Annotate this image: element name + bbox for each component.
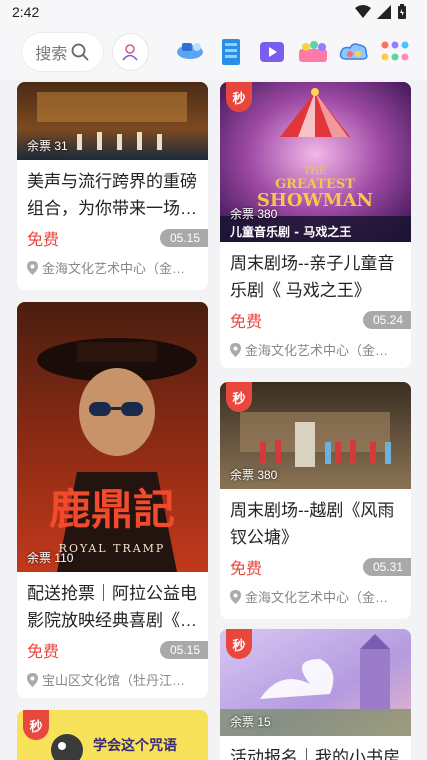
event-date: 05.15 <box>159 641 208 659</box>
event-card[interactable]: THE GREATEST SHOWMAN 儿童音乐剧 - 马戏之王 余票 380… <box>220 82 411 368</box>
battery-icon <box>398 4 406 19</box>
signal-icon <box>377 5 391 19</box>
event-thumbnail: THE GREATEST SHOWMAN 儿童音乐剧 - 马戏之王 余票 380… <box>220 82 411 242</box>
event-date: 05.31 <box>362 558 411 576</box>
category-video-icon[interactable] <box>256 36 288 68</box>
search-button[interactable]: 搜索 <box>22 33 103 71</box>
tickets-remaining: 余票 380 <box>230 207 278 221</box>
user-icon <box>122 44 138 61</box>
event-card[interactable]: 余票 31 美声与流行跨界的重磅组合，为你带来一场… 免费 05.15 金海文化… <box>17 82 208 290</box>
profile-button[interactable] <box>112 34 148 70</box>
event-price: 免费 <box>27 232 60 249</box>
location-icon <box>27 672 38 687</box>
search-label: 搜索 <box>35 46 68 63</box>
event-title: 美声与流行跨界的重磅组合，为你带来一场… <box>27 172 197 218</box>
event-title: 周末剧场--亲子儿童音乐剧《 马戏之王》 <box>230 254 395 300</box>
category-icons <box>174 36 411 68</box>
tickets-remaining: 余票 15 <box>230 715 271 729</box>
event-venue: 金海文化艺术中心（金… <box>245 343 389 358</box>
seckill-badge: 秒 <box>226 382 252 412</box>
poster-text: 学会这个咒语 <box>93 737 177 754</box>
event-price: 免费 <box>230 561 263 578</box>
category-cloud-icon[interactable] <box>338 36 370 68</box>
seckill-badge: 秒 <box>226 82 252 112</box>
event-feed[interactable]: 余票 31 美声与流行跨界的重磅组合，为你带来一场… 免费 05.15 金海文化… <box>0 80 427 760</box>
event-thumbnail: 余票 380 秒 <box>220 382 411 489</box>
event-card[interactable]: 学会这个咒语 秒 <box>17 710 208 760</box>
event-thumbnail: 余票 15 秒 <box>220 629 411 736</box>
event-date: 05.24 <box>362 311 411 329</box>
poster-line1: THE <box>304 166 327 177</box>
search-icon <box>71 43 89 61</box>
event-card[interactable]: 鹿鼎記 ROYAL TRAMP 余票 110 配送抢票｜阿拉公益电影院放映经典喜… <box>17 302 208 698</box>
event-price: 免费 <box>27 644 60 661</box>
event-card[interactable]: 余票 380 秒 周末剧场--越剧《风雨钗公塘》 免费 05.31 金海文化艺术… <box>220 382 411 619</box>
event-thumbnail: 学会这个咒语 秒 <box>17 710 208 760</box>
event-venue: 金海文化艺术中心（金… <box>42 261 186 276</box>
location-icon <box>27 260 38 275</box>
seckill-badge: 秒 <box>23 710 49 740</box>
category-library-icon[interactable] <box>215 36 247 68</box>
tickets-remaining: 余票 380 <box>230 468 278 482</box>
status-bar: 2:42 <box>0 0 427 24</box>
event-card[interactable]: 余票 15 秒 活动报名｜我的小书房 <box>220 629 411 760</box>
poster-caption: 儿童音乐剧 - 马戏之王 <box>229 224 351 239</box>
wifi-icon <box>355 5 371 18</box>
location-icon <box>230 342 241 357</box>
status-time: 2:42 <box>12 4 40 20</box>
event-venue: 宝山区文化馆（牡丹江… <box>42 673 186 688</box>
tickets-remaining: 余票 110 <box>27 551 74 565</box>
status-icons <box>355 4 407 20</box>
location-icon <box>230 589 241 604</box>
category-festival-icon[interactable] <box>297 36 329 68</box>
event-venue: 金海文化艺术中心（金… <box>245 590 389 605</box>
event-title: 配送抢票｜阿拉公益电影院放映经典喜剧《… <box>27 584 197 630</box>
event-thumbnail: 余票 31 <box>17 82 208 160</box>
event-title: 活动报名｜我的小书房 <box>230 748 400 760</box>
event-date: 05.15 <box>159 229 208 247</box>
poster-subtitle: ROYAL TRAMP <box>59 542 166 555</box>
poster-title: 鹿鼎記 <box>49 485 175 534</box>
event-thumbnail: 鹿鼎記 ROYAL TRAMP 余票 110 <box>17 302 208 572</box>
event-price: 免费 <box>230 314 263 331</box>
category-theater-icon[interactable] <box>174 36 206 68</box>
seckill-badge: 秒 <box>226 629 252 659</box>
event-title: 周末剧场--越剧《风雨钗公塘》 <box>230 501 395 547</box>
more-apps-icon[interactable] <box>379 36 411 68</box>
tickets-remaining: 余票 31 <box>27 139 68 153</box>
top-header: 搜索 <box>0 24 427 80</box>
